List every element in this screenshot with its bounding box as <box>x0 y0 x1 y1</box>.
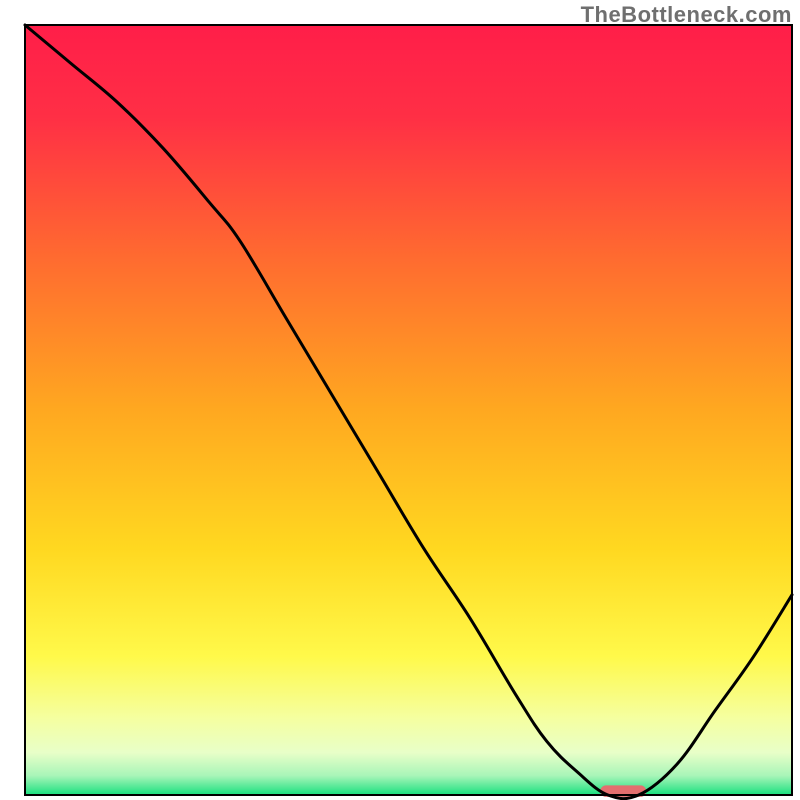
gradient-background <box>25 25 792 795</box>
watermark-text: TheBottleneck.com <box>581 2 792 28</box>
chart-container: TheBottleneck.com <box>0 0 800 800</box>
bottleneck-chart <box>0 0 800 800</box>
